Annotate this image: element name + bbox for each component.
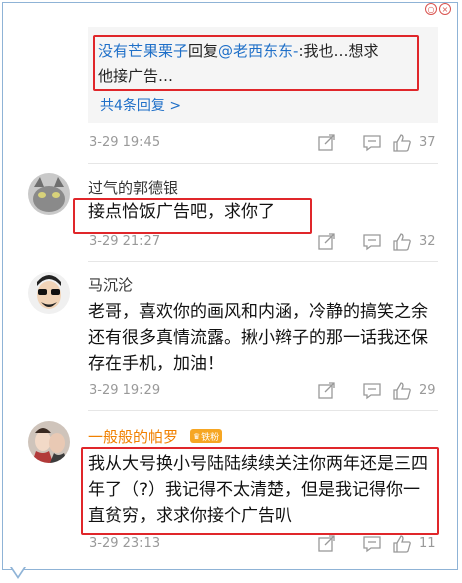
divider bbox=[88, 261, 438, 262]
comment-date: 3-29 19:45 bbox=[89, 135, 161, 150]
avatar[interactable] bbox=[28, 272, 70, 314]
comment-meta: 3-29 19:45 37 bbox=[89, 134, 439, 154]
share-icon[interactable] bbox=[317, 535, 337, 553]
thumbs-up-icon[interactable] bbox=[392, 233, 412, 251]
thumbs-up-icon[interactable] bbox=[392, 382, 412, 400]
comment-meta: 3-29 23:13 11 bbox=[89, 535, 439, 555]
comment-date: 3-29 21:27 bbox=[89, 234, 161, 249]
divider bbox=[88, 410, 438, 411]
window-controls: ○ × bbox=[425, 3, 451, 15]
comment-icon[interactable] bbox=[362, 134, 382, 152]
more-replies-link[interactable]: 共4条回复 > bbox=[100, 95, 181, 115]
panel-tail-inner bbox=[12, 567, 24, 576]
like-count: 29 bbox=[419, 383, 436, 398]
username[interactable]: 一般般的帕罗 bbox=[88, 426, 178, 447]
username[interactable]: 过气的郭德银 bbox=[88, 177, 178, 198]
thumbs-up-icon[interactable] bbox=[392, 134, 412, 152]
thumbs-up-icon[interactable] bbox=[392, 535, 412, 553]
comment-panel: ○ × 没有芒果栗子回复@老西东东-:我也…想求 他接广告… 共4条回复 > 3… bbox=[2, 2, 458, 570]
highlight-box bbox=[93, 35, 419, 91]
crown-icon: ♛ bbox=[193, 431, 201, 441]
comment-date: 3-29 23:13 bbox=[89, 536, 161, 551]
divider bbox=[88, 163, 438, 164]
like-count: 37 bbox=[419, 135, 436, 150]
close-icon[interactable]: × bbox=[439, 3, 451, 15]
comment-icon[interactable] bbox=[362, 233, 382, 251]
share-icon[interactable] bbox=[317, 382, 337, 400]
like-count: 32 bbox=[419, 234, 436, 249]
highlight-box bbox=[81, 447, 439, 535]
share-icon[interactable] bbox=[317, 233, 337, 251]
avatar[interactable] bbox=[28, 173, 70, 215]
minimize-icon[interactable]: ○ bbox=[425, 3, 437, 15]
avatar[interactable] bbox=[28, 421, 70, 463]
comment-meta: 3-29 21:27 32 bbox=[89, 233, 439, 253]
comment-meta: 3-29 19:29 29 bbox=[89, 382, 439, 402]
fan-badge-label: 铁粉 bbox=[201, 432, 220, 443]
username[interactable]: 马沉沦 bbox=[88, 274, 133, 295]
comment-date: 3-29 19:29 bbox=[89, 383, 161, 398]
highlight-box bbox=[73, 198, 312, 234]
comment-icon[interactable] bbox=[362, 535, 382, 553]
share-icon[interactable] bbox=[317, 134, 337, 152]
comment-icon[interactable] bbox=[362, 382, 382, 400]
comment-text: 老哥，喜欢你的画风和内涵，冷静的搞笑之余还有很多真情流露。揪小辫子的那一话我还保… bbox=[88, 302, 428, 374]
like-count: 11 bbox=[419, 536, 436, 551]
fan-badge: ♛ 铁粉 bbox=[190, 429, 223, 443]
